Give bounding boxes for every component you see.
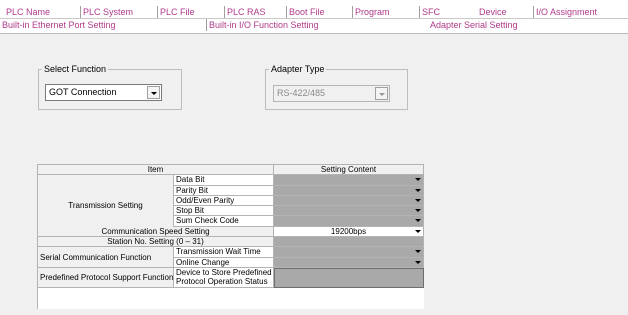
tab-adapter-serial-setting[interactable]: Adapter Serial Setting bbox=[430, 19, 518, 31]
sum-check-code-label: Sum Check Code bbox=[174, 216, 274, 227]
tab-boot-file[interactable]: Boot File bbox=[286, 6, 325, 18]
tab-plc-ras[interactable]: PLC RAS bbox=[224, 6, 266, 18]
tab-sfc[interactable]: SFC bbox=[419, 6, 440, 18]
chevron-down-icon[interactable] bbox=[413, 258, 423, 267]
tab-program[interactable]: Program bbox=[352, 6, 390, 18]
online-change-label: Online Change bbox=[174, 258, 274, 268]
stop-bit-label: Stop Bit bbox=[174, 206, 274, 216]
tab-built-in-ethernet-port-setting[interactable]: Built-in Ethernet Port Setting bbox=[2, 19, 116, 31]
chevron-down-icon[interactable] bbox=[413, 196, 423, 205]
parity-bit-value[interactable] bbox=[274, 186, 424, 196]
communication-speed-value[interactable]: 19200bps bbox=[274, 227, 424, 237]
select-function-legend: Select Function bbox=[44, 64, 107, 74]
chevron-down-icon[interactable] bbox=[413, 227, 423, 236]
column-header-item: Item bbox=[38, 165, 274, 175]
select-function-value: GOT Connection bbox=[49, 87, 117, 97]
serial-communication-function-label: Serial Communication Function bbox=[38, 247, 174, 268]
chevron-down-icon[interactable] bbox=[413, 186, 423, 195]
tab-plc-name[interactable]: PLC Name bbox=[6, 6, 50, 18]
tab-plc-file[interactable]: PLC File bbox=[157, 6, 195, 18]
device-store-status-line1: Device to Store Predefined bbox=[176, 268, 272, 277]
transmission-wait-time-label: Transmission Wait Time bbox=[174, 247, 274, 258]
chevron-down-icon[interactable] bbox=[413, 175, 423, 185]
adapter-type-combobox: RS-422/485 bbox=[273, 85, 390, 102]
odd-even-parity-label: Odd/Even Parity bbox=[174, 196, 274, 206]
adapter-type-legend: Adapter Type bbox=[271, 64, 325, 74]
select-function-group: Select Function GOT Connection bbox=[38, 64, 182, 110]
device-store-status-value[interactable] bbox=[274, 268, 424, 288]
adapter-type-group: Adapter Type RS-422/485 bbox=[265, 64, 408, 110]
adapter-type-value: RS-422/485 bbox=[277, 88, 326, 98]
data-bit-label: Data Bit bbox=[174, 175, 274, 186]
chevron-down-icon[interactable] bbox=[413, 206, 423, 215]
column-header-setting-content: Setting Content bbox=[274, 165, 424, 175]
chevron-down-icon[interactable] bbox=[147, 86, 160, 99]
sum-check-code-value[interactable] bbox=[274, 216, 424, 227]
chevron-down-icon bbox=[375, 87, 388, 100]
tab-row-secondary: Built-in Ethernet Port Setting Built-in … bbox=[0, 19, 628, 31]
parity-bit-label: Parity Bit bbox=[174, 186, 274, 196]
communication-speed-text: 19200bps bbox=[330, 227, 367, 236]
tab-device[interactable]: Device bbox=[479, 6, 507, 18]
online-change-value[interactable] bbox=[274, 258, 424, 268]
device-store-status-line2: Protocol Operation Status bbox=[176, 277, 268, 286]
stop-bit-value[interactable] bbox=[274, 206, 424, 216]
tab-built-in-io-function-setting[interactable]: Built-in I/O Function Setting bbox=[206, 19, 319, 31]
predefined-protocol-support-label: Predefined Protocol Support Function bbox=[38, 268, 174, 288]
chevron-down-icon[interactable] bbox=[413, 247, 423, 257]
station-no-value[interactable] bbox=[274, 237, 424, 247]
tab-io-assignment[interactable]: I/O Assignment bbox=[533, 6, 597, 18]
chevron-down-icon[interactable] bbox=[413, 216, 423, 226]
odd-even-parity-value[interactable] bbox=[274, 196, 424, 206]
communication-speed-label: Communication Speed Setting bbox=[38, 227, 274, 237]
tab-plc-system[interactable]: PLC System bbox=[80, 6, 133, 18]
transmission-wait-time-value[interactable] bbox=[274, 247, 424, 258]
station-no-label: Station No. Setting (0 – 31) bbox=[38, 237, 274, 247]
device-store-status-label: Device to Store Predefined Protocol Oper… bbox=[174, 268, 274, 288]
data-bit-value[interactable] bbox=[274, 175, 424, 186]
tab-row-primary: PLC Name PLC System PLC File PLC RAS Boo… bbox=[0, 6, 628, 18]
select-function-combobox[interactable]: GOT Connection bbox=[45, 84, 162, 101]
serial-settings-table: Item Setting Content Transmission Settin… bbox=[37, 164, 424, 309]
